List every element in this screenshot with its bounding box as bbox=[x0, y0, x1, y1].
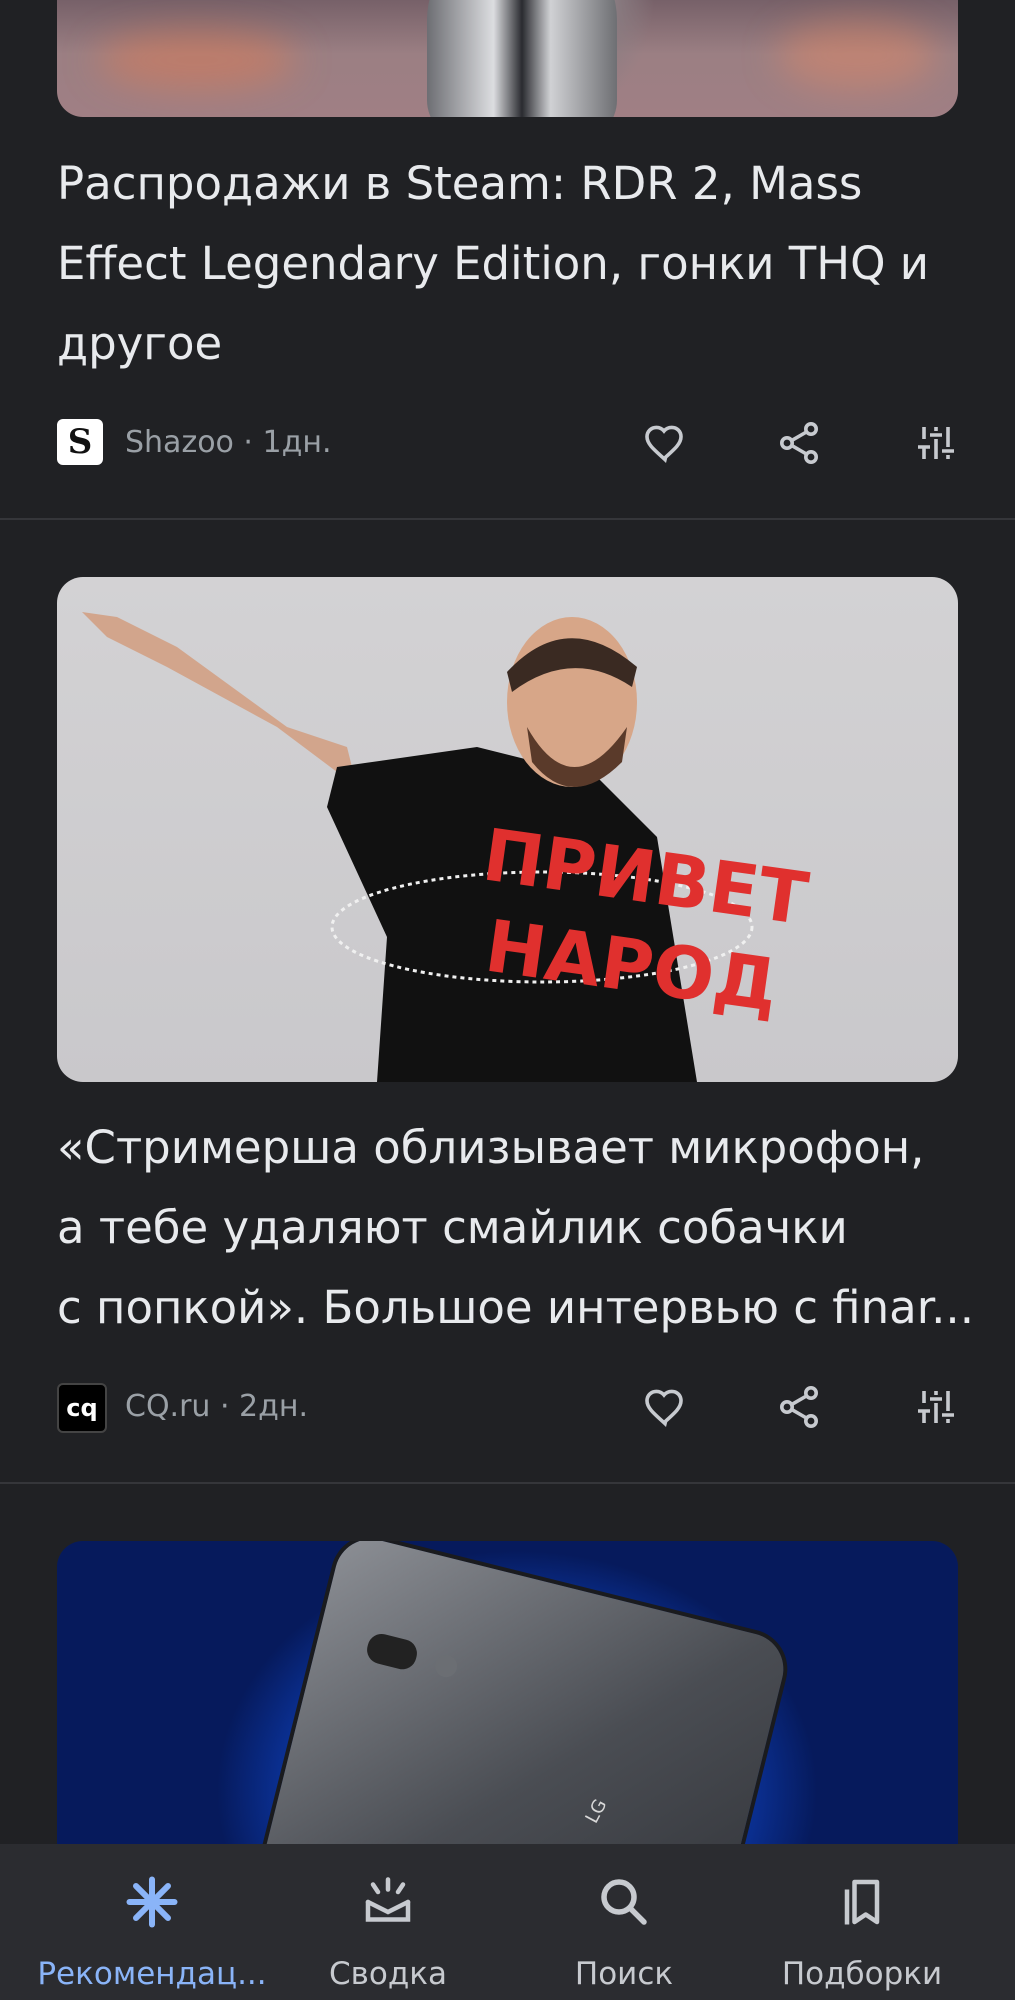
divider bbox=[0, 1482, 1015, 1484]
robot-figure bbox=[427, 0, 617, 117]
search-icon bbox=[601, 1879, 647, 1925]
nav-collections[interactable]: Подборки bbox=[735, 1844, 989, 2000]
article-title[interactable]: Распродажи в Steam: RDR 2, Mass Effect L… bbox=[57, 144, 962, 384]
nav-label: Рекомендац... bbox=[37, 1956, 267, 1992]
fingerprint-sensor bbox=[432, 1652, 460, 1680]
camera bbox=[364, 1631, 420, 1673]
article-meta: S Shazoo · 1дн. bbox=[57, 419, 962, 467]
cq-logo: cq bbox=[57, 1383, 107, 1433]
collections-icon bbox=[844, 1879, 880, 1925]
shazoo-logo: S bbox=[57, 419, 103, 465]
tune-icon[interactable] bbox=[912, 1383, 960, 1431]
article-meta: cq CQ.ru · 2дн. bbox=[57, 1383, 962, 1433]
tune-icon[interactable] bbox=[912, 419, 960, 467]
nav-label: Сводка bbox=[328, 1956, 448, 1992]
streamer-photo: ПРИВЕТ НАРОД bbox=[82, 612, 813, 1082]
heart-icon[interactable] bbox=[641, 1383, 689, 1431]
nav-label: Подборки bbox=[781, 1956, 943, 1992]
briefing-icon bbox=[365, 1877, 411, 1922]
bottom-navigation: Рекомендац... Сводка Поиск Подборки bbox=[0, 1844, 1015, 2000]
share-icon[interactable] bbox=[775, 1383, 823, 1431]
article-image[interactable]: ПРИВЕТ НАРОД bbox=[57, 577, 958, 1082]
article-title[interactable]: «Стримерша облизывает микрофон, а тебе у… bbox=[57, 1108, 974, 1348]
article-source[interactable]: Shazoo · 1дн. bbox=[125, 425, 331, 460]
nav-briefing[interactable]: Сводка bbox=[261, 1844, 515, 2000]
share-icon[interactable] bbox=[775, 419, 823, 467]
nav-label: Поиск bbox=[574, 1956, 674, 1992]
lg-logo: LG bbox=[581, 1795, 612, 1827]
nav-recommendations[interactable]: Рекомендац... bbox=[25, 1844, 279, 2000]
article-image[interactable] bbox=[57, 0, 958, 117]
article-source[interactable]: CQ.ru · 2дн. bbox=[125, 1389, 308, 1424]
sparkle-icon bbox=[126, 1876, 178, 1928]
nav-search[interactable]: Поиск bbox=[497, 1844, 751, 2000]
heart-icon[interactable] bbox=[641, 419, 689, 467]
divider bbox=[0, 518, 1015, 520]
